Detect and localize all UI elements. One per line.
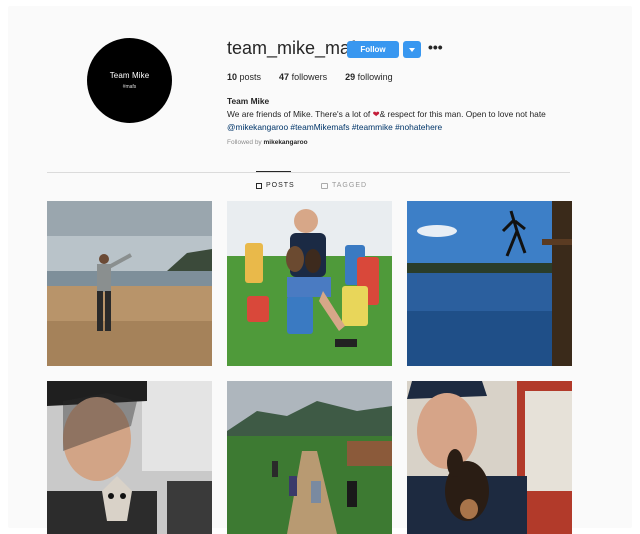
profile-bio: Team Mike We are friends of Mike. There'…	[227, 95, 587, 134]
village-road-photo-icon	[227, 381, 392, 534]
posts-count: 10	[227, 72, 238, 82]
followed-by: Followed by mikekangaroo	[227, 139, 308, 146]
tab-tagged-label: TAGGED	[332, 182, 368, 189]
post-thumbnail[interactable]	[47, 381, 212, 534]
lake-jump-photo-icon	[407, 201, 572, 366]
avatar-tag: #mafs	[122, 84, 137, 90]
profile-avatar[interactable]: Team Mike #mafs	[87, 38, 172, 123]
bio-text-a: We are friends of Mike. There's a lot of	[227, 109, 373, 119]
tab-tagged[interactable]: TAGGED	[321, 182, 367, 189]
profile-username: team_mike_mafs	[227, 38, 365, 58]
tab-posts[interactable]: POSTS	[256, 182, 295, 189]
following-count: 29	[345, 72, 356, 82]
followers-stat[interactable]: 47 followers	[279, 72, 327, 82]
post-thumbnail[interactable]	[227, 381, 392, 534]
followers-label: followers	[291, 72, 328, 82]
followed-by-user[interactable]: mikekangaroo	[264, 139, 308, 146]
grid-icon	[256, 182, 262, 189]
bio-hashtag-links[interactable]: @mikekangaroo #teamMikemafs #teammike #n…	[227, 121, 587, 134]
active-tab-indicator	[256, 171, 291, 172]
post-thumbnail[interactable]	[47, 201, 212, 366]
bio-text-b: & respect for this man. Open to love not…	[379, 109, 546, 119]
more-options-button[interactable]: •••	[428, 40, 443, 57]
heart-icon: ❤	[372, 109, 380, 119]
car-selfie-photo-icon	[47, 381, 212, 534]
post-thumbnail[interactable]	[407, 381, 572, 534]
dogs-garden-photo-icon	[227, 201, 392, 366]
post-thumbnail[interactable]	[407, 201, 572, 366]
tab-posts-label: POSTS	[266, 182, 295, 189]
beach-photo-icon	[47, 201, 212, 366]
followed-by-prefix: Followed by	[227, 139, 264, 146]
post-thumbnail[interactable]	[227, 201, 392, 366]
followers-count: 47	[279, 72, 290, 82]
profile-stats: 10 posts 47 followers 29 following	[227, 72, 411, 82]
follow-button[interactable]: Follow	[347, 41, 399, 58]
posts-stat: 10 posts	[227, 72, 261, 82]
following-stat[interactable]: 29 following	[345, 72, 393, 82]
tabs-divider	[47, 172, 570, 173]
tag-icon	[321, 182, 328, 189]
following-label: following	[357, 72, 393, 82]
bio-line-1: We are friends of Mike. There's a lot of…	[227, 108, 587, 121]
chevron-down-icon	[409, 47, 415, 52]
profile-full-name: Team Mike	[227, 96, 270, 106]
dog-selfie-photo-icon	[407, 381, 572, 534]
suggestions-dropdown-button[interactable]	[403, 41, 421, 58]
posts-label: posts	[239, 72, 262, 82]
avatar-name: Team Mike	[109, 71, 150, 80]
